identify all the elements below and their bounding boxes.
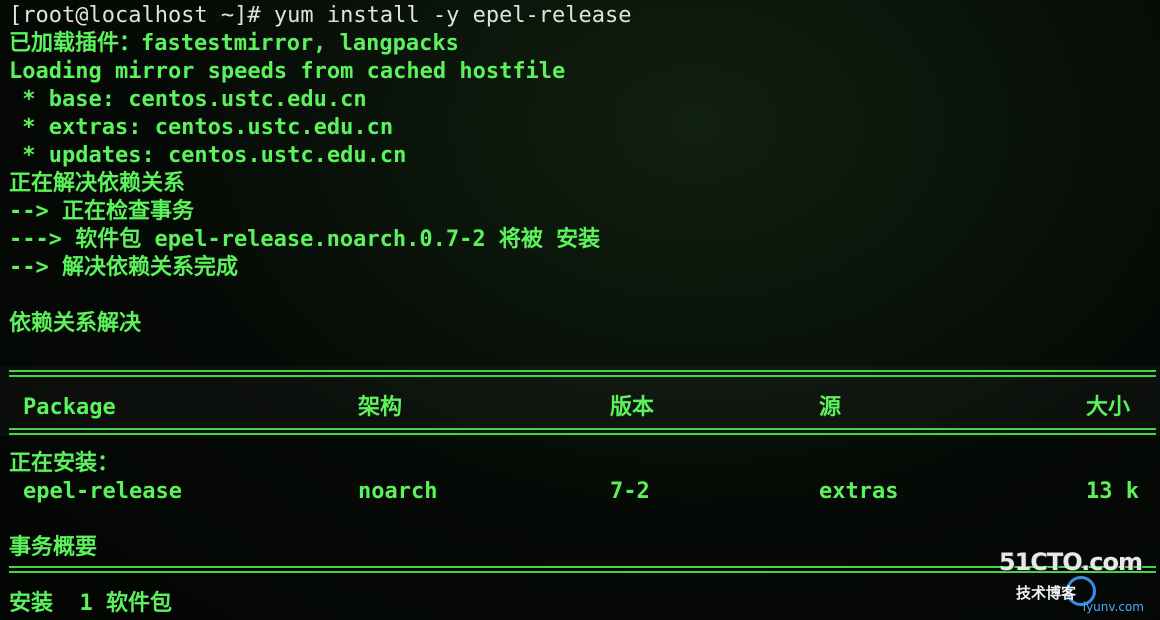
table-cell-repo: extras [819,479,899,504]
output-line-mirror-extras: * extras: centos.ustc.edu.cn [9,115,394,140]
table-cell-package: epel-release [23,479,182,504]
table-header-size: 大小 [1086,395,1131,420]
output-line-package: ---> 软件包 epel-release.noarch.0.7-2 将被 安装 [9,227,601,252]
output-line-loading: Loading mirror speeds from cached hostfi… [9,59,566,84]
watermark-logo: 51CTO.com 技术博客 iyunv.com [999,548,1146,614]
output-line-summary: 事务概要 [9,535,98,560]
output-line-installing: 正在安装： [9,451,120,476]
output-line-install-count: 安装 1 软件包 [9,591,172,616]
table-header-package: Package [23,395,116,420]
table-header-repo: 源 [819,395,842,420]
table-cell-version: 7-2 [610,479,650,504]
table-rule-header [9,428,1156,435]
watermark-brand: 51CTO.com [998,548,1143,576]
table-header-version: 版本 [610,395,655,420]
table-rule-summary [9,566,1156,573]
table-cell-arch: noarch [358,479,438,504]
output-line-resolved: --> 解决依赖关系完成 [9,255,238,280]
table-header-arch: 架构 [358,395,403,420]
output-line-plugins: 已加载插件：fastestmirror, langpacks [9,31,459,56]
output-line-checking: --> 正在检查事务 [9,199,194,224]
output-line-mirror-updates: * updates: centos.ustc.edu.cn [9,143,407,168]
terminal-window[interactable]: [root@localhost ~]# yum install -y epel-… [0,0,1160,620]
table-rule-top [9,370,1156,377]
output-line-deps-resolved: 依赖关系解决 [9,311,142,336]
output-line-resolving: 正在解决依赖关系 [9,171,186,196]
command-prompt-line: [root@localhost ~]# yum install -y epel-… [9,3,632,28]
table-cell-size: 13 k [1086,479,1139,504]
watermark-url: iyunv.com [1082,600,1144,614]
watermark-sub: 技术博客 [1016,584,1077,602]
output-line-mirror-base: * base: centos.ustc.edu.cn [9,87,367,112]
